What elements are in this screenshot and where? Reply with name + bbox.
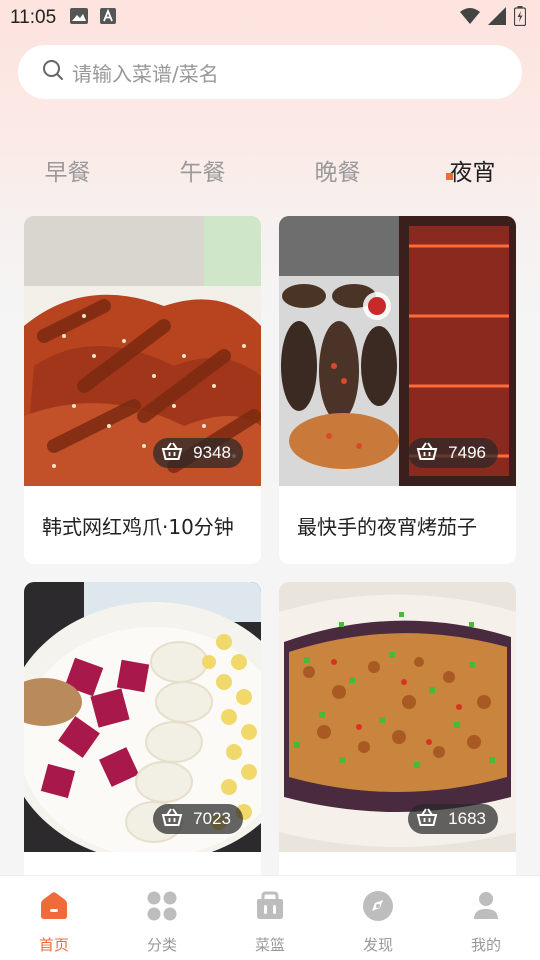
tab-lunch[interactable]: 午餐 [135, 148, 270, 192]
basket-icon [161, 807, 183, 831]
save-count: 1683 [448, 809, 486, 828]
signal-icon [488, 7, 506, 29]
recipe-image: 9348 [24, 216, 261, 486]
recipe-image: 1683 [279, 582, 516, 852]
recipe-card[interactable]: 7496 最快手的夜宵烤茄子 [279, 216, 516, 564]
search-input[interactable]: 请输入菜谱/菜名 [18, 45, 522, 99]
save-count-badge: 7023 [153, 804, 243, 834]
save-count-badge: 1683 [408, 804, 498, 834]
recipe-card[interactable]: 9348 韩式网红鸡爪·10分钟 [24, 216, 261, 564]
save-count: 7496 [448, 443, 486, 462]
save-count: 9348 [193, 443, 231, 462]
tab-late-night[interactable]: 夜宵 [405, 148, 540, 192]
save-count-badge: 9348 [153, 438, 243, 468]
category-icon [146, 890, 178, 922]
compass-icon [362, 890, 394, 922]
tab-late-night-label: 夜宵 [449, 160, 496, 186]
status-time: 11:05 [10, 7, 57, 28]
nav-item-home[interactable]: 首页 [0, 876, 108, 960]
nav-label: 我的 [470, 936, 501, 954]
nav-item-category[interactable]: 分类 [108, 876, 216, 960]
tab-dinner[interactable]: 晚餐 [270, 148, 405, 192]
battery-icon [513, 6, 527, 30]
meal-tabs: 早餐 午餐 晚餐 夜宵 [0, 148, 540, 192]
tab-breakfast[interactable]: 早餐 [0, 148, 135, 192]
basket-icon [416, 441, 438, 465]
recipe-image: 7023 [24, 582, 261, 852]
search-icon [42, 59, 64, 85]
save-count-badge: 7496 [408, 438, 498, 468]
basket-icon [416, 807, 438, 831]
basket-icon [254, 890, 286, 922]
recipe-image: 7496 [279, 216, 516, 486]
nav-label: 分类 [146, 936, 177, 954]
nav-item-profile[interactable]: 我的 [432, 876, 540, 960]
basket-icon [161, 441, 183, 465]
nav-item-discover[interactable]: 发现 [324, 876, 432, 960]
status-bar: 11:05 [0, 0, 540, 36]
recipe-title: 韩式网红鸡爪·10分钟 [42, 514, 234, 539]
active-tab-marker [446, 173, 453, 180]
nav-label: 首页 [38, 936, 69, 954]
home-icon [38, 890, 70, 922]
font-app-icon [100, 8, 117, 28]
recipe-title: 最快手的夜宵烤茄子 [297, 514, 477, 539]
nav-item-basket[interactable]: 菜篮 [216, 876, 324, 960]
profile-icon [470, 890, 502, 922]
search-placeholder: 请输入菜谱/菜名 [72, 61, 219, 86]
bottom-nav: 首页 分类 菜篮 发现 我的 [0, 875, 540, 960]
nav-label: 发现 [362, 936, 393, 954]
wifi-icon [460, 8, 480, 28]
nav-label: 菜篮 [254, 936, 285, 954]
gallery-icon [70, 8, 89, 28]
save-count: 7023 [193, 809, 231, 828]
